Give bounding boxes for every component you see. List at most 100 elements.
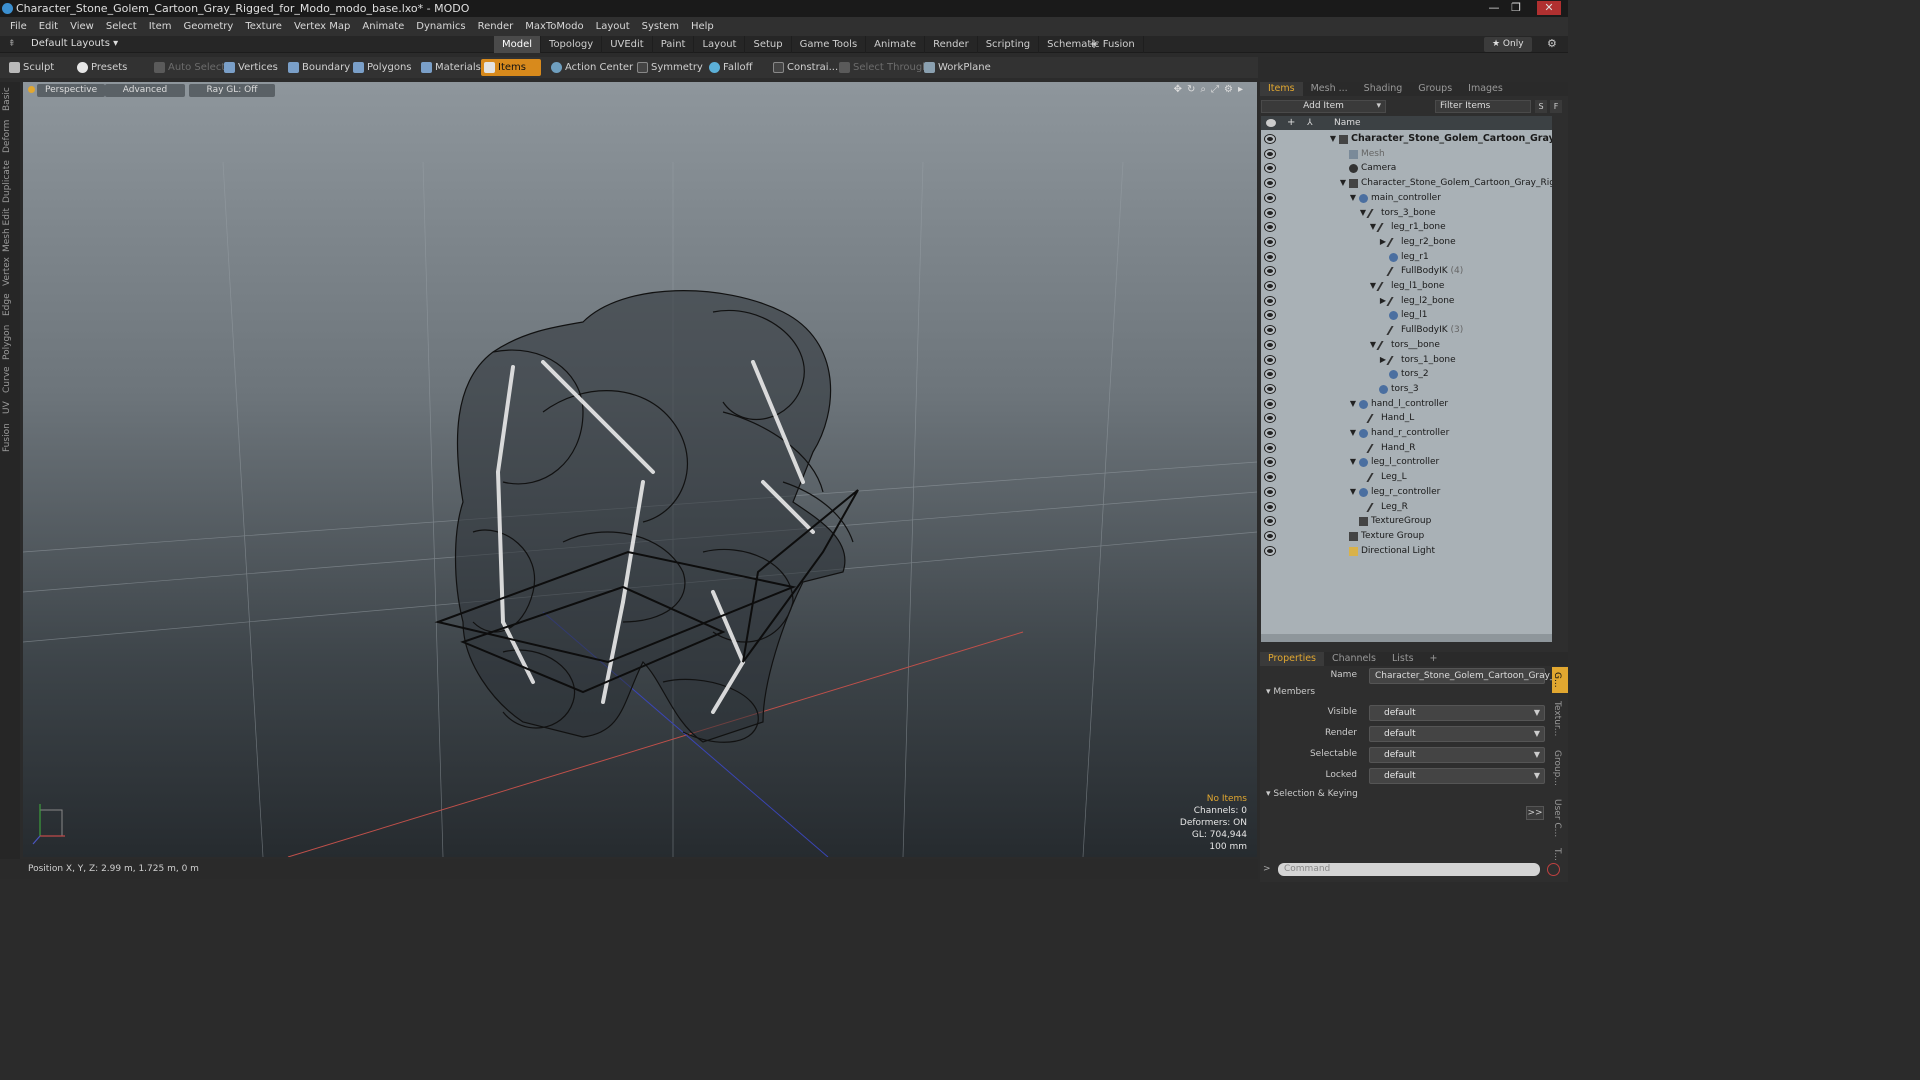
menu-item-render[interactable]: Render	[472, 21, 520, 32]
visibility-eye-icon[interactable]	[1265, 267, 1275, 276]
menu-item-system[interactable]: System	[636, 21, 685, 32]
sculpt-button[interactable]: Sculpt	[6, 59, 54, 76]
visibility-eye-icon[interactable]	[1265, 384, 1275, 393]
menu-item-help[interactable]: Help	[685, 21, 720, 32]
tree-row[interactable]: Mesh	[1261, 147, 1552, 162]
visibility-eye-icon[interactable]	[1265, 326, 1275, 335]
visibility-eye-icon[interactable]	[1265, 429, 1275, 437]
visibility-eye-icon[interactable]	[1265, 135, 1275, 143]
gear-icon[interactable]: ⚙	[1547, 37, 1557, 50]
expand-arrow-icon[interactable]: ▶	[1379, 235, 1387, 250]
collapse-arrow-icon[interactable]: ▼	[1369, 220, 1377, 235]
visibility-eye-icon[interactable]	[1265, 531, 1275, 540]
properties-tab-lists[interactable]: Lists	[1384, 652, 1422, 666]
f-button[interactable]: F	[1550, 100, 1562, 113]
visibility-eye-icon[interactable]	[1265, 517, 1275, 526]
tree-row[interactable]: tors_2	[1261, 367, 1552, 382]
minimize-button[interactable]: —	[1485, 1, 1503, 15]
left-tab-fusion[interactable]: Fusion	[2, 422, 18, 454]
tree-row[interactable]: ▼ leg_l1_bone	[1261, 279, 1552, 294]
visibility-eye-icon[interactable]	[1265, 237, 1275, 246]
tree-row[interactable]: leg_l1	[1261, 308, 1552, 323]
items-button[interactable]: Items	[481, 59, 541, 76]
name-field[interactable]: Character_Stone_Golem_Cartoon_Gray_R	[1369, 668, 1561, 684]
visibility-eye-icon[interactable]	[1265, 546, 1275, 555]
tree-row[interactable]: Hand_L	[1261, 411, 1552, 426]
layout-tab-paint[interactable]: Paint	[653, 36, 695, 53]
properties-tab-properties[interactable]: Properties	[1260, 652, 1325, 666]
tree-row[interactable]: Texture Group	[1261, 529, 1552, 544]
materials-button[interactable]: Materials	[418, 59, 481, 76]
items-tab-shading[interactable]: Shading	[1356, 82, 1411, 96]
layout-tab-render[interactable]: Render	[925, 36, 978, 53]
left-tab-uv[interactable]: UV	[2, 398, 18, 418]
visibility-eye-icon[interactable]	[1265, 399, 1275, 408]
collapse-arrow-icon[interactable]: ▼	[1349, 426, 1357, 441]
visibility-eye-icon[interactable]	[1265, 370, 1275, 379]
tree-row[interactable]: ▶ leg_r2_bone	[1261, 235, 1552, 250]
visibility-eye-icon[interactable]	[1265, 311, 1275, 320]
layout-tab-uvedit[interactable]: UVEdit	[602, 36, 653, 53]
tree-scrollbar[interactable]	[1261, 634, 1552, 642]
constraints-button[interactable]: Constrai...	[770, 59, 838, 76]
layout-tab-animate[interactable]: Animate	[866, 36, 926, 53]
default-layouts-dropdown[interactable]: Default Layouts ▾	[31, 38, 118, 49]
menu-item-edit[interactable]: Edit	[33, 21, 64, 32]
visibility-eye-icon[interactable]	[1265, 355, 1275, 364]
selection-keying-section[interactable]: ▾ Selection & Keying	[1266, 789, 1358, 799]
menu-item-texture[interactable]: Texture	[239, 21, 288, 32]
visibility-eye-icon[interactable]	[1265, 193, 1275, 202]
menu-item-view[interactable]: View	[64, 21, 100, 32]
left-tab-edge[interactable]: Edge	[2, 292, 18, 318]
tree-row[interactable]: leg_r1	[1261, 250, 1552, 265]
visibility-eye-icon[interactable]	[1265, 502, 1275, 511]
left-tab-polygon[interactable]: Polygon	[2, 322, 18, 362]
tree-row[interactable]: Directional Light	[1261, 544, 1552, 559]
tree-row[interactable]: FullBodyIK (4)	[1261, 264, 1552, 279]
tree-row[interactable]: ▼ hand_l_controller	[1261, 397, 1552, 412]
add-item-dropdown[interactable]: Add Item ▾	[1261, 100, 1386, 113]
maximize-button[interactable]: ❐	[1507, 1, 1525, 15]
visible-dropdown[interactable]: default ▼	[1369, 705, 1545, 721]
items-tab-groups[interactable]: Groups	[1410, 82, 1460, 96]
tree-row[interactable]: Leg_R	[1261, 500, 1552, 515]
menu-item-geometry[interactable]: Geometry	[177, 21, 239, 32]
tree-row[interactable]: Hand_R	[1261, 441, 1552, 456]
presets-button[interactable]: Presets	[74, 59, 127, 76]
symmetry-button[interactable]: Symmetry	[634, 59, 703, 76]
side-tab-4[interactable]: T...	[1552, 845, 1568, 865]
tree-row[interactable]: ▶ leg_l2_bone	[1261, 294, 1552, 309]
visibility-eye-icon[interactable]	[1265, 340, 1275, 349]
side-tab-2[interactable]: Group...	[1552, 747, 1568, 789]
tree-row[interactable]: ▼ leg_l_controller	[1261, 455, 1552, 470]
tree-row[interactable]: ▼ leg_r1_bone	[1261, 220, 1552, 235]
tree-row[interactable]: ▶ tors_1_bone	[1261, 353, 1552, 368]
visibility-eye-icon[interactable]	[1265, 282, 1275, 290]
filter-items-input[interactable]: Filter Items	[1435, 100, 1531, 113]
tree-row[interactable]: ▼ tors_3_bone	[1261, 206, 1552, 221]
expand-arrow-icon[interactable]: ▶	[1379, 294, 1387, 309]
properties-tab-channels[interactable]: Channels	[1324, 652, 1384, 666]
visibility-eye-icon[interactable]	[1265, 149, 1275, 158]
visibility-eye-icon[interactable]	[1265, 473, 1275, 482]
tree-row[interactable]: ▼ hand_r_controller	[1261, 426, 1552, 441]
workplane-button[interactable]: WorkPlane	[921, 59, 991, 76]
visibility-eye-icon[interactable]	[1265, 443, 1275, 452]
tree-row[interactable]: tors_3	[1261, 382, 1552, 397]
auto-select-button[interactable]: Auto Select	[151, 59, 225, 76]
collapse-arrow-icon[interactable]: ▼	[1329, 132, 1337, 147]
left-tab-deform[interactable]: Deform	[2, 116, 18, 156]
command-stop-icon[interactable]	[1547, 863, 1560, 876]
menu-item-layout[interactable]: Layout	[590, 21, 636, 32]
s-button[interactable]: S	[1535, 100, 1547, 113]
add-layout-button[interactable]: +	[1089, 37, 1099, 51]
visibility-eye-icon[interactable]	[1265, 296, 1275, 305]
command-input[interactable]: Command	[1278, 863, 1540, 876]
left-tab-basic[interactable]: Basic	[2, 86, 18, 112]
layout-tab-model[interactable]: Model	[494, 36, 542, 53]
tree-row[interactable]: ▼ tors__bone	[1261, 338, 1552, 353]
3d-viewport[interactable]: Perspective Advanced Ray GL: Off ✥ ↻ ⌕ ⤢…	[23, 82, 1257, 857]
side-tab-3[interactable]: User C...	[1552, 795, 1568, 841]
visibility-eye-icon[interactable]	[1265, 252, 1275, 261]
only-toggle[interactable]: ★ Only	[1484, 37, 1532, 52]
